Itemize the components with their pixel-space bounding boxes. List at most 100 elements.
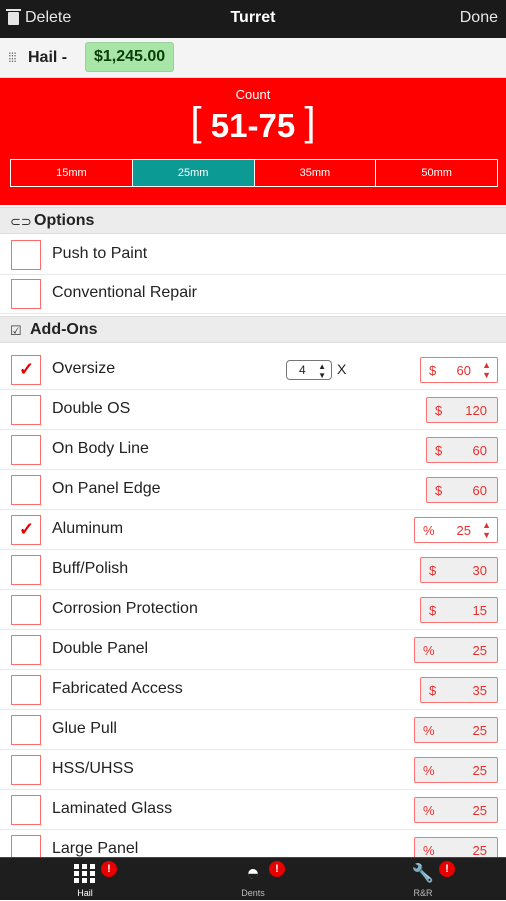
addon-checkbox[interactable] <box>11 635 41 665</box>
estimate-label: Hail - <box>28 49 68 66</box>
size-option-25mm[interactable]: 25mm <box>132 160 255 186</box>
stepper-arrows-icon: ▲ ▼ <box>318 362 326 380</box>
tab-dents[interactable]: ◓! Dents <box>193 858 313 901</box>
addon-checkbox[interactable] <box>11 595 41 625</box>
estimate-bar: ⁞⁞⁞ Hail - $1,245.00 <box>0 38 506 78</box>
addon-label: Double OS <box>52 400 131 417</box>
addon-row[interactable]: Corrosion Protection $15 <box>0 590 506 630</box>
tab-label: R&R <box>413 888 433 898</box>
addon-row[interactable]: Glue Pull% 25 <box>0 710 506 750</box>
addon-row[interactable]: Double Panel% 25 <box>0 630 506 670</box>
addon-checkbox[interactable] <box>11 675 41 705</box>
addon-checkbox[interactable]: ✓ <box>11 515 41 545</box>
addon-checkbox[interactable] <box>11 555 41 585</box>
wrench-icon: 🔧 <box>411 863 435 883</box>
price-field[interactable]: $35 <box>420 677 498 703</box>
addon-label: Glue Pull <box>52 720 117 737</box>
unit-label: $ <box>429 363 437 378</box>
price-field[interactable]: % 25 <box>414 717 498 743</box>
tab-badge: ! <box>439 861 455 877</box>
option-checkbox[interactable] <box>11 279 41 309</box>
size-option-35mm[interactable]: 35mm <box>255 160 377 186</box>
addon-checkbox[interactable] <box>11 715 41 745</box>
toggle-icon: ⊂⊃ <box>10 214 32 229</box>
count-value-display[interactable]: [ 51-75 ] <box>0 100 506 147</box>
unit-label: % <box>423 723 435 738</box>
unit-label: $ <box>435 443 443 458</box>
price-value: 25 <box>472 763 487 778</box>
price-field[interactable]: $60 <box>426 437 498 463</box>
quantity-stepper[interactable]: 4 ▲ ▼ <box>286 360 332 380</box>
addon-checkbox[interactable] <box>11 795 41 825</box>
addon-label: Corrosion Protection <box>52 600 198 617</box>
option-row[interactable]: Conventional Repair <box>0 274 506 314</box>
addon-label: Aluminum <box>52 520 124 537</box>
addon-label: Large Panel <box>52 840 139 857</box>
tab-hail[interactable]: ! Hail <box>25 858 145 901</box>
price-field[interactable]: $15 <box>420 597 498 623</box>
unit-label: % <box>423 803 435 818</box>
price-value: 60 <box>456 363 471 378</box>
price-value: 15 <box>472 603 487 618</box>
addon-label: On Panel Edge <box>52 480 161 497</box>
addon-checkbox[interactable] <box>11 475 41 505</box>
addon-label: HSS/UHSS <box>52 760 134 777</box>
select-arrows-icon: ▲ ▼ <box>482 360 491 380</box>
price-value: 30 <box>472 563 487 578</box>
addon-row[interactable]: ✓ Aluminum% 25 ▲ ▼ <box>0 510 506 550</box>
multiply-label: X <box>337 361 347 377</box>
size-segmented-control: 15mm 25mm 35mm 50mm <box>10 159 498 187</box>
checkbox-icon: ☑ <box>10 323 22 338</box>
price-field[interactable]: % 25 <box>414 637 498 663</box>
addon-row[interactable]: Buff/Polish $30 <box>0 550 506 590</box>
option-row[interactable]: Push to Paint <box>0 235 506 275</box>
price-value: 120 <box>465 403 487 418</box>
addon-row[interactable]: Laminated Glass % 25 <box>0 790 506 830</box>
price-value: 25 <box>472 723 487 738</box>
size-option-15mm[interactable]: 15mm <box>11 160 133 186</box>
option-label: Conventional Repair <box>52 284 197 301</box>
addon-checkbox[interactable]: ✓ <box>11 355 41 385</box>
price-select[interactable]: % 25 ▲ ▼ <box>414 517 498 543</box>
price-value: 25 <box>472 643 487 658</box>
drag-handle-icon[interactable]: ⁞⁞⁞ <box>8 50 17 65</box>
dent-icon: ◓ <box>246 860 260 885</box>
addon-row[interactable]: ✓ Oversize 4 ▲ ▼ X $60 ▲ ▼ <box>0 350 506 390</box>
tab-badge: ! <box>101 861 117 877</box>
addon-label: Laminated Glass <box>52 800 173 817</box>
addon-row[interactable]: On Panel Edge $60 <box>0 470 506 510</box>
addon-row[interactable]: Fabricated Access $35 <box>0 670 506 710</box>
unit-label: $ <box>435 403 443 418</box>
checkmark-icon: ✓ <box>19 359 35 379</box>
addons-section-header: ☑ Add-Ons <box>0 316 506 343</box>
unit-label: $ <box>429 683 437 698</box>
price-value: 25 <box>456 523 471 538</box>
tab-label: Dents <box>241 888 265 898</box>
price-value: 60 <box>472 483 487 498</box>
unit-label: % <box>423 763 435 778</box>
price-field[interactable]: $30 <box>420 557 498 583</box>
addon-row[interactable]: Double OS $120 <box>0 390 506 430</box>
addon-checkbox[interactable] <box>11 755 41 785</box>
tab-rr[interactable]: 🔧! R&R <box>363 858 483 901</box>
addon-label: Oversize <box>52 360 116 377</box>
addon-row[interactable]: On Body Line $60 <box>0 430 506 470</box>
price-field[interactable]: $120 <box>426 397 498 423</box>
done-button[interactable]: Done <box>460 9 498 27</box>
addon-label: Buff/Polish <box>52 560 129 577</box>
price-select[interactable]: $60 ▲ ▼ <box>420 357 498 383</box>
unit-label: % <box>423 523 435 538</box>
price-field[interactable]: $60 <box>426 477 498 503</box>
size-option-50mm[interactable]: 50mm <box>376 160 497 186</box>
price-field[interactable]: % 25 <box>414 797 498 823</box>
option-checkbox[interactable] <box>11 240 41 270</box>
addon-checkbox[interactable] <box>11 395 41 425</box>
price-field[interactable]: % 25 <box>414 757 498 783</box>
price-value: 60 <box>472 443 487 458</box>
addon-row[interactable]: HSS/UHSS% 25 <box>0 750 506 790</box>
options-section-header: ⊂⊃ Options <box>0 207 506 234</box>
addon-checkbox[interactable] <box>11 435 41 465</box>
tab-label: Hail <box>77 888 93 898</box>
price-value: 35 <box>472 683 487 698</box>
navigation-bar: Delete Turret Done <box>0 0 506 38</box>
